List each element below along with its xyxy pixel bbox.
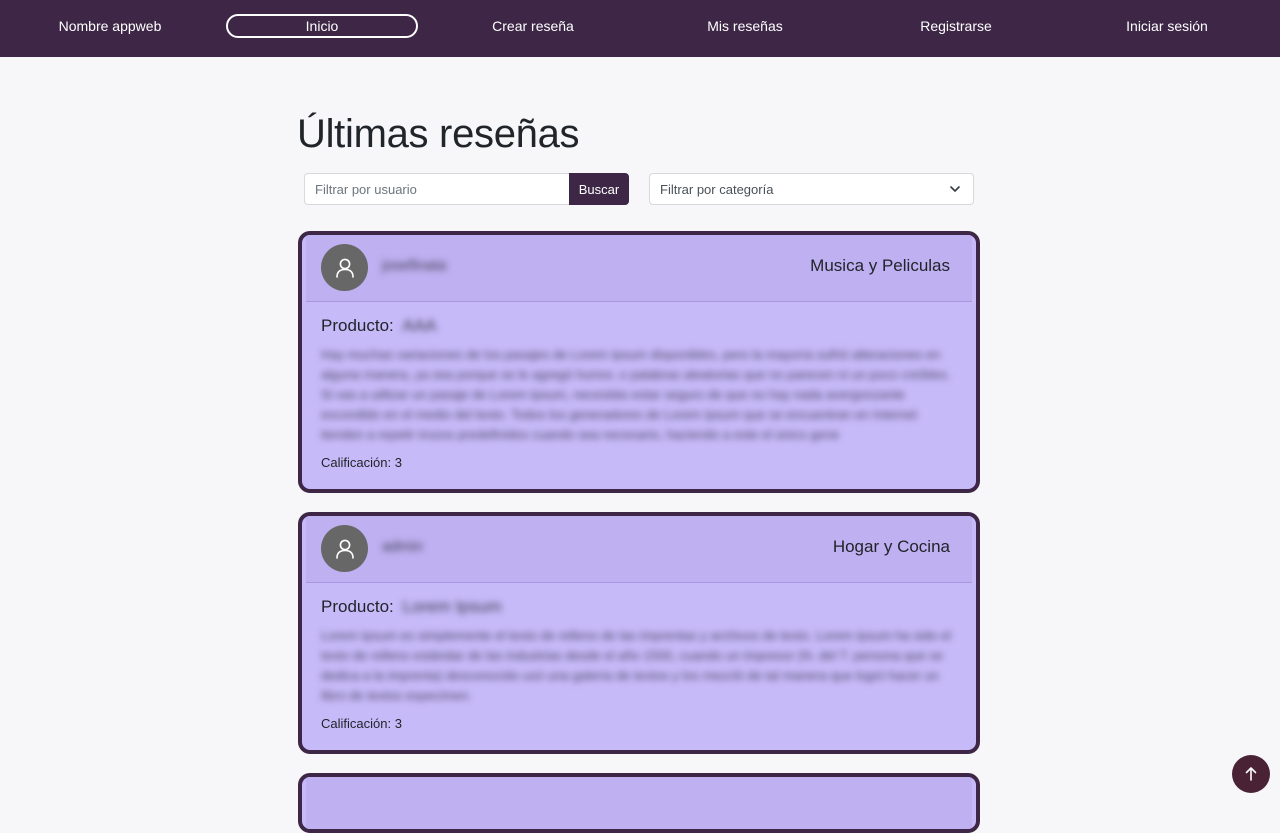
- review-text: Lorem Ipsum es simplemente el texto de r…: [321, 628, 952, 703]
- review-product-line: Producto: AAA: [321, 316, 957, 340]
- category-filter-select[interactable]: Filtrar por categoría: [649, 173, 974, 205]
- review-category: Hogar y Cocina: [832, 537, 950, 556]
- review-card: admin Hogar y Cocina Producto: Lorem Ips…: [298, 512, 980, 754]
- review-rating: Calificación: 3: [321, 455, 402, 470]
- brand-link[interactable]: Nombre appweb: [50, 14, 170, 38]
- review-card-body: Producto: Lorem Ipsum Lorem Ipsum es sim…: [302, 583, 976, 731]
- user-filter-input[interactable]: [304, 173, 569, 205]
- chevron-down-icon: [950, 186, 960, 192]
- product-label: Producto:: [321, 597, 394, 616]
- review-username[interactable]: josefinata: [382, 257, 446, 274]
- nav-item-crear-resena[interactable]: Crear reseña: [473, 14, 593, 38]
- review-product-line: Producto: Lorem Ipsum: [321, 597, 957, 621]
- product-name: AAA: [402, 316, 437, 335]
- review-text: Hay muchas variaciones de los pasajes de…: [321, 347, 951, 442]
- review-card-header: [306, 777, 972, 829]
- review-card-header: josefinata Musica y Peliculas: [306, 235, 972, 302]
- review-category: Musica y Peliculas: [810, 256, 950, 275]
- search-button[interactable]: Buscar: [569, 173, 629, 205]
- review-card-header: admin Hogar y Cocina: [306, 516, 972, 583]
- product-label: Producto:: [321, 316, 394, 335]
- category-filter-placeholder: Filtrar por categoría: [660, 181, 774, 197]
- review-card-body: Producto: AAA Hay muchas variaciones de …: [302, 302, 976, 470]
- arrow-up-icon: [1245, 767, 1257, 781]
- review-card: [298, 773, 980, 833]
- avatar: [321, 525, 368, 572]
- nav-item-iniciar-sesion[interactable]: Iniciar sesión: [1107, 14, 1227, 38]
- nav-item-inicio[interactable]: Inicio: [226, 14, 418, 38]
- product-name: Lorem Ipsum: [402, 597, 502, 616]
- user-icon: [335, 539, 354, 559]
- scroll-to-top-button[interactable]: [1232, 755, 1270, 793]
- review-username[interactable]: admin: [382, 538, 423, 555]
- navbar: Nombre appweb Inicio Crear reseña Mis re…: [0, 0, 1280, 57]
- user-icon: [335, 258, 354, 278]
- review-rating: Calificación: 3: [321, 716, 402, 731]
- user-filter-group: Buscar: [304, 173, 629, 205]
- nav-item-mis-resenas[interactable]: Mis reseñas: [685, 14, 805, 38]
- nav-item-registrarse[interactable]: Registrarse: [896, 14, 1016, 38]
- review-card: josefinata Musica y Peliculas Producto: …: [298, 231, 980, 493]
- page-title: Últimas reseñas: [297, 112, 580, 156]
- avatar: [321, 244, 368, 291]
